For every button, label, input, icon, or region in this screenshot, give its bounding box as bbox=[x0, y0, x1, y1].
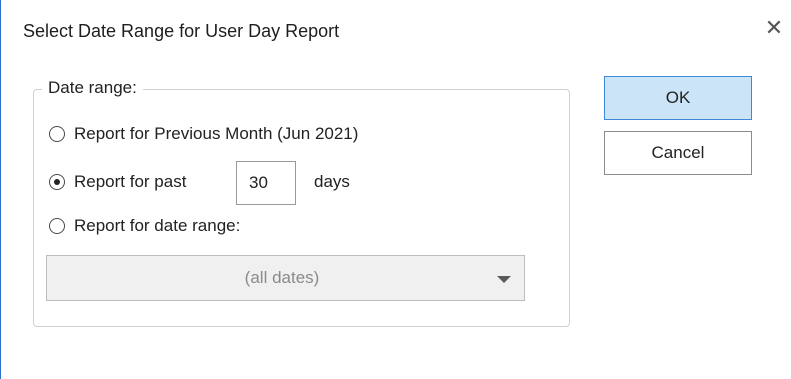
radio-button-previous-month[interactable] bbox=[49, 126, 65, 142]
close-icon[interactable]: ✕ bbox=[761, 15, 787, 41]
date-range-legend: Date range: bbox=[42, 78, 143, 98]
days-label: days bbox=[314, 172, 350, 191]
ok-button[interactable]: OK bbox=[604, 76, 752, 120]
radio-option-previous-month[interactable]: Report for Previous Month (Jun 2021) bbox=[49, 124, 358, 144]
radio-option-past-days[interactable]: Report for past bbox=[49, 172, 186, 192]
dialog-title: Select Date Range for User Day Report bbox=[23, 21, 340, 41]
days-input[interactable] bbox=[236, 161, 296, 205]
radio-button-past-days[interactable] bbox=[49, 174, 65, 190]
radio-label-past-days: Report for past bbox=[74, 172, 187, 191]
chevron-down-icon[interactable] bbox=[497, 276, 511, 283]
date-range-select[interactable]: (all dates) bbox=[46, 255, 525, 301]
radio-label-date-range: Report for date range: bbox=[74, 216, 241, 235]
radio-label-previous-month: Report for Previous Month (Jun 2021) bbox=[74, 124, 359, 143]
window-border bbox=[0, 0, 1, 379]
date-range-select-value: (all dates) bbox=[244, 268, 320, 287]
radio-option-date-range[interactable]: Report for date range: bbox=[49, 216, 240, 236]
cancel-button[interactable]: Cancel bbox=[604, 131, 752, 175]
radio-button-date-range[interactable] bbox=[49, 218, 65, 234]
